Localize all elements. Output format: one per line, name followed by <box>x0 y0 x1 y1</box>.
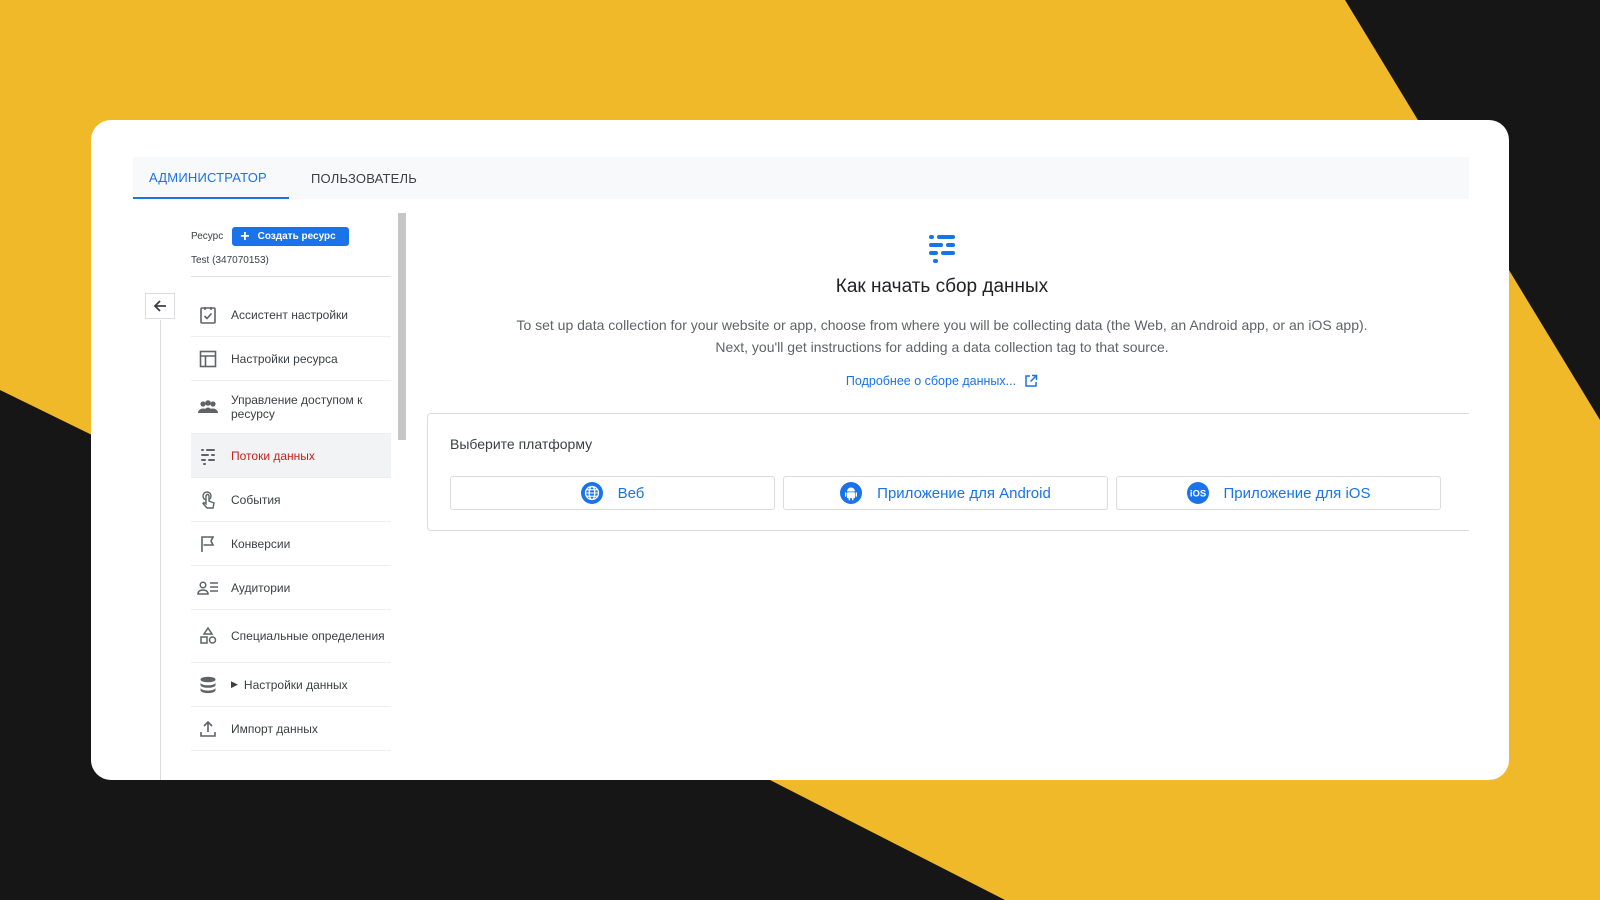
sidebar-item-data-settings[interactable]: ▶ Настройки данных <box>191 663 391 707</box>
resource-name[interactable]: Test (347070153) <box>191 255 269 266</box>
nav-line <box>160 320 161 780</box>
learn-more-link[interactable]: Подробнее о сборе данных... <box>427 374 1457 388</box>
android-platform-button[interactable]: Приложение для Android <box>783 476 1108 510</box>
sidebar-item-label: Специальные определения <box>231 629 385 643</box>
shapes-icon <box>197 625 219 647</box>
tab-administrator[interactable]: АДМИНИСТРАТОР <box>133 157 289 199</box>
streams-icon <box>197 445 219 467</box>
svg-text:iOS: iOS <box>1189 489 1205 500</box>
sidebar-item-custom-definitions[interactable]: Специальные определения <box>191 610 391 663</box>
people-icon <box>197 396 219 418</box>
platform-selector: Выберите платформу Веб Приложение для An… <box>427 413 1469 531</box>
resource-row: Ресурс + Создать ресурс <box>191 227 349 246</box>
sidebar-item-label: Ассистент настройки <box>231 307 348 322</box>
flag-icon <box>197 533 219 555</box>
streams-icon <box>929 235 955 263</box>
admin-tabs: АДМИНИСТРАТОР ПОЛЬЗОВАТЕЛЬ <box>133 157 1469 199</box>
ga-admin-card: АДМИНИСТРАТОР ПОЛЬЗОВАТЕЛЬ Ресурс + Созд… <box>91 120 1509 780</box>
resource-label: Ресурс <box>191 231 224 242</box>
learn-more-label: Подробнее о сборе данных... <box>845 374 1017 388</box>
ios-platform-button[interactable]: iOS Приложение для iOS <box>1116 476 1441 510</box>
page-title: Как начать сбор данных <box>835 276 1049 297</box>
caret-right-icon[interactable]: ▶ <box>231 679 238 690</box>
sidebar-item-label: Настройки ресурса <box>231 351 338 366</box>
sidebar-item-property-settings[interactable]: Настройки ресурса <box>191 337 391 381</box>
platform-label: Приложение для Android <box>877 484 1051 502</box>
sidebar-scrollbar[interactable] <box>398 213 406 440</box>
upload-icon <box>197 718 219 740</box>
layout-icon <box>197 348 219 370</box>
sidebar: Ресурс + Создать ресурс Test (347070153)… <box>133 210 413 780</box>
description-line: To set up data collection for your websi… <box>516 317 1368 333</box>
touch-icon <box>197 489 219 511</box>
create-resource-label: Создать ресурс <box>257 231 336 242</box>
platform-label: Веб <box>617 484 645 502</box>
database-icon <box>197 674 219 696</box>
sidebar-item-label: Аудитории <box>231 580 291 595</box>
main-content: Как начать сбор данных To set up data co… <box>427 210 1469 780</box>
create-resource-button[interactable]: + Создать ресурс <box>232 227 349 246</box>
sidebar-item-audiences[interactable]: Аудитории <box>191 566 391 610</box>
sidebar-item-label: Импорт данных <box>231 721 318 736</box>
sidebar-item-events[interactable]: События <box>191 478 391 522</box>
web-platform-button[interactable]: Веб <box>450 476 775 510</box>
sidebar-item-conversions[interactable]: Конверсии <box>191 522 391 566</box>
sidebar-item-label: События <box>231 492 281 507</box>
audience-icon <box>197 577 219 599</box>
divider <box>191 276 391 277</box>
globe-icon <box>580 482 603 504</box>
platform-label: Приложение для iOS <box>1223 484 1371 502</box>
sidebar-item-label: Настройки данных <box>243 677 348 692</box>
plus-icon: + <box>240 227 250 245</box>
property-menu: Ассистент настройки Настройки ресурса Уп… <box>191 293 391 751</box>
sidebar-item-label: Потоки данных <box>231 448 315 463</box>
tab-user[interactable]: ПОЛЬЗОВАТЕЛЬ <box>289 157 433 199</box>
checklist-icon <box>197 304 219 326</box>
external-link-icon <box>1025 374 1038 387</box>
sidebar-item-data-streams[interactable]: Потоки данных <box>191 434 391 478</box>
sidebar-item-label: Управление доступом к ресурсу <box>231 393 363 421</box>
sidebar-item-label: Конверсии <box>231 536 291 551</box>
sidebar-item-access-management[interactable]: Управление доступом к ресурсу <box>191 381 391 434</box>
sidebar-item-data-import[interactable]: Импорт данных <box>191 707 391 751</box>
page-description: To set up data collection for your websi… <box>427 314 1457 358</box>
arrow-left-icon <box>153 300 166 312</box>
description-line: Next, you'll get instructions for adding… <box>715 339 1169 355</box>
back-button[interactable] <box>145 293 175 319</box>
android-icon <box>840 482 863 504</box>
sidebar-item-setup-assistant[interactable]: Ассистент настройки <box>191 293 391 337</box>
ios-icon: iOS <box>1186 482 1209 504</box>
platform-title: Выберите платформу <box>450 436 593 452</box>
